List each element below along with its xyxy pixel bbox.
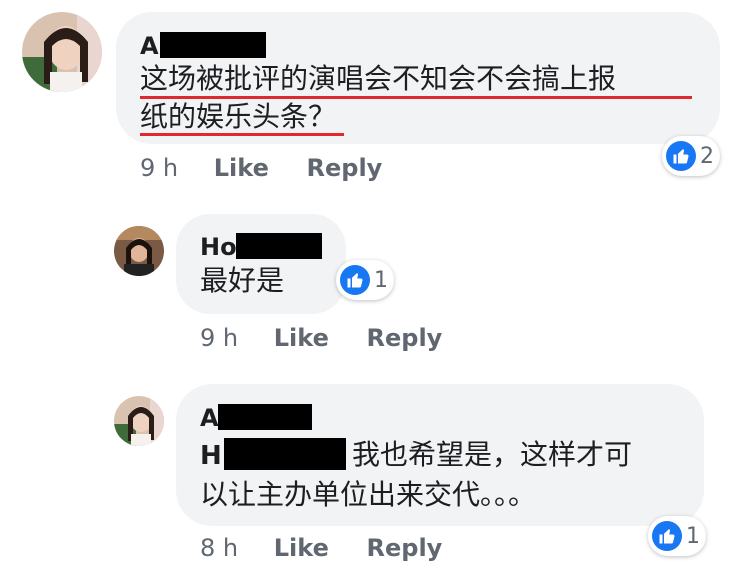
mention-link[interactable]: H	[200, 442, 222, 470]
thumbs-up-icon	[666, 141, 696, 171]
avatar[interactable]	[114, 396, 164, 446]
comment-meta: 9 h Like Reply	[140, 154, 382, 182]
avatar-photo	[22, 12, 102, 92]
comment-meta: 8 h Like Reply	[200, 534, 442, 562]
redaction-bar	[218, 404, 312, 430]
avatar-photo	[114, 226, 164, 276]
avatar-photo	[114, 396, 164, 446]
comment-author[interactable]: Ho	[200, 233, 237, 261]
comment-text-line: 以让主办单位出来交代。。。	[200, 478, 537, 511]
timestamp[interactable]: 9 h	[200, 324, 238, 352]
reply-button[interactable]: Reply	[367, 324, 443, 352]
comment-author[interactable]: A	[200, 404, 219, 432]
redaction-bar	[236, 233, 322, 259]
avatar[interactable]	[22, 12, 102, 92]
reaction-count-badge[interactable]: 1	[336, 260, 394, 300]
reaction-count: 2	[700, 143, 714, 169]
comment-text-line: 我也希望是，这样才可	[352, 438, 633, 471]
reaction-count: 1	[686, 523, 700, 549]
comment-meta: 9 h Like Reply	[200, 324, 442, 352]
reaction-count-badge[interactable]: 1	[648, 516, 706, 556]
like-button[interactable]: Like	[214, 154, 269, 182]
comment-text-line: 最好是	[200, 264, 285, 297]
comment-text-line: 纸的娱乐头条？	[140, 100, 337, 133]
comment-text-line: 这场被批评的演唱会不知会不会搞上报	[140, 62, 617, 95]
comment-author[interactable]: A	[140, 32, 159, 60]
reaction-count: 1	[374, 267, 388, 293]
reply-button[interactable]: Reply	[367, 534, 443, 562]
redaction-bar	[160, 32, 266, 58]
like-button[interactable]: Like	[274, 534, 329, 562]
reply-button[interactable]: Reply	[307, 154, 383, 182]
red-underline	[140, 133, 344, 136]
timestamp[interactable]: 8 h	[200, 534, 238, 562]
timestamp[interactable]: 9 h	[140, 154, 178, 182]
redaction-bar	[224, 438, 346, 470]
avatar[interactable]	[114, 226, 164, 276]
reaction-count-badge[interactable]: 2	[662, 136, 720, 176]
thumbs-up-icon	[652, 521, 682, 551]
thumbs-up-icon	[340, 265, 370, 295]
like-button[interactable]: Like	[274, 324, 329, 352]
